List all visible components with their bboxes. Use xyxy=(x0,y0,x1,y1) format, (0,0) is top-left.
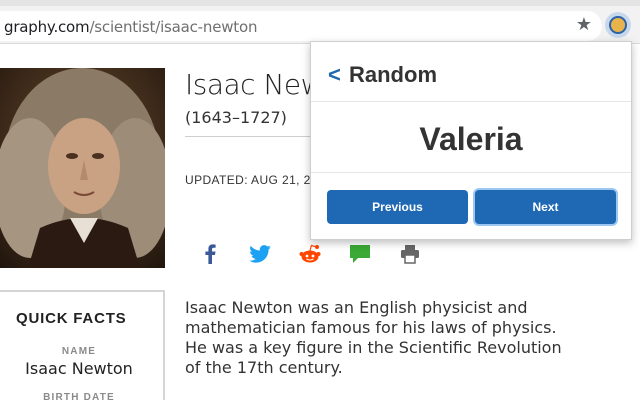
quick-facts-panel: QUICK FACTS NAME Isaac Newton BIRTH DATE xyxy=(0,290,165,400)
tab-strip xyxy=(0,0,640,6)
divider xyxy=(185,136,325,137)
name-label: NAME xyxy=(61,346,97,357)
portrait-image xyxy=(0,68,165,268)
bookmark-star-icon[interactable]: ★ xyxy=(576,14,592,35)
browser-toolbar: graphy.com/scientist/isaac-newton ★ xyxy=(0,0,640,44)
birth-date-label: BIRTH DATE xyxy=(43,392,115,400)
url-text[interactable]: graphy.com/scientist/isaac-newton xyxy=(4,18,257,36)
twitter-icon[interactable] xyxy=(249,243,271,265)
extension-button[interactable] xyxy=(605,12,631,38)
extension-icon xyxy=(609,16,627,34)
quick-facts-title: QUICK FACTS xyxy=(16,310,127,327)
back-chevron-icon[interactable]: < xyxy=(328,62,341,88)
next-button[interactable]: Next xyxy=(475,190,616,224)
popup-title: Random xyxy=(349,62,437,87)
popup-header: < Random xyxy=(311,42,631,102)
name-value: Isaac Newton xyxy=(25,359,133,378)
name-display: Valeria xyxy=(311,103,631,173)
random-name-popup: < Random Valeria Previous Next xyxy=(310,41,632,240)
reddit-icon[interactable] xyxy=(299,243,321,265)
life-dates: (1643–1727) xyxy=(185,108,287,127)
intro-paragraph: Isaac Newton was an English physicist an… xyxy=(185,298,562,377)
address-bar[interactable]: graphy.com/scientist/isaac-newton ★ xyxy=(0,11,602,41)
print-icon[interactable] xyxy=(399,243,421,265)
url-domain: graphy.com xyxy=(4,18,90,36)
url-path: /scientist/isaac-newton xyxy=(89,18,258,36)
comment-icon[interactable] xyxy=(349,243,371,265)
facebook-icon[interactable] xyxy=(199,243,221,265)
generated-name: Valeria xyxy=(419,121,523,157)
previous-button[interactable]: Previous xyxy=(327,190,468,224)
